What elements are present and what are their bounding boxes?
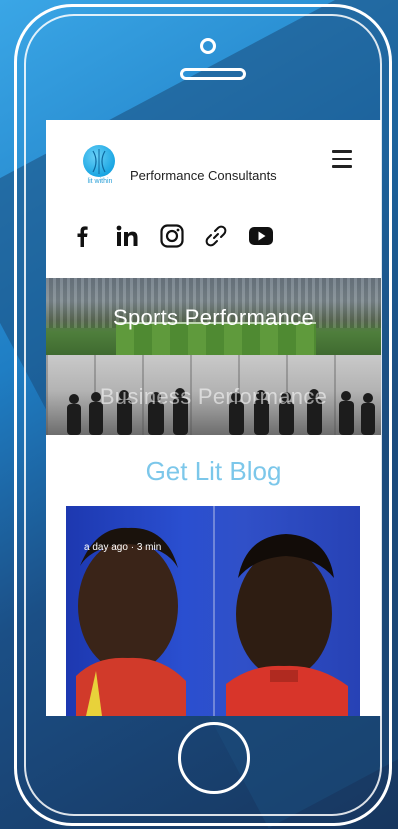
youtube-icon[interactable] [248, 220, 292, 252]
front-camera-icon [200, 38, 216, 54]
speaker-grill [180, 68, 246, 80]
blog-post-meta: a day ago · 3 min [84, 542, 161, 553]
card-divider [213, 506, 215, 716]
blog-post-card[interactable]: a day ago · 3 min [66, 506, 360, 716]
instagram-icon[interactable] [160, 220, 204, 252]
social-links [72, 220, 292, 252]
sports-performance-label: Sports Performance [112, 305, 315, 330]
phone-screen: lit within Performance Consultants Sport… [46, 120, 381, 716]
sports-performance-banner[interactable]: Sports Performance [46, 278, 381, 355]
post-age: a day ago [84, 542, 128, 553]
business-performance-banner[interactable]: Business Performance [46, 355, 381, 435]
facebook-icon[interactable] [72, 220, 116, 252]
link-icon[interactable] [204, 220, 248, 252]
site-header: lit within Performance Consultants [46, 120, 381, 220]
blog-section-title: Get Lit Blog [145, 456, 282, 486]
business-performance-label: Business Performance [99, 384, 328, 409]
hamburger-menu-icon[interactable] [332, 150, 354, 172]
logo-caption: lit within [87, 178, 113, 185]
logo-icon[interactable] [83, 145, 115, 177]
home-button[interactable] [178, 722, 250, 794]
site-title: Performance Consultants [130, 168, 277, 183]
linkedin-icon[interactable] [116, 220, 160, 252]
post-read-time: 3 min [136, 542, 162, 553]
